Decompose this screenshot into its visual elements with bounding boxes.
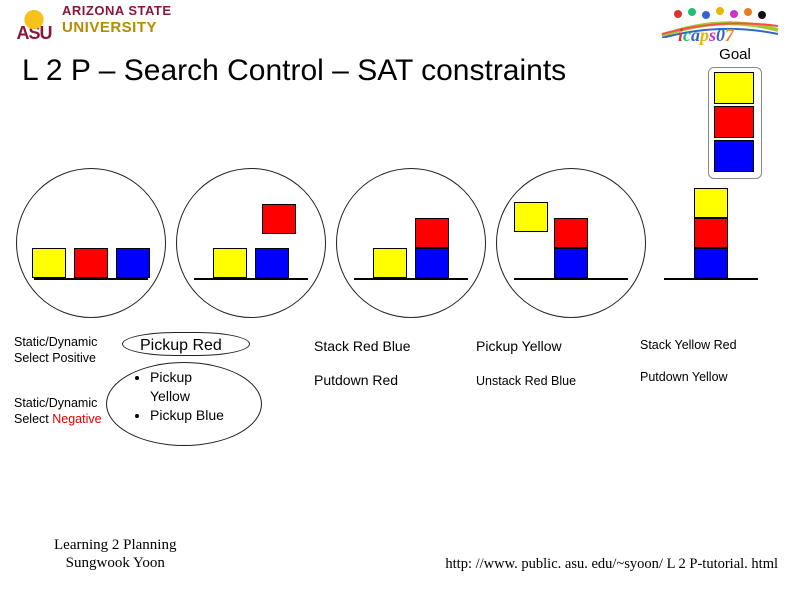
blocks-row: [336, 218, 486, 278]
state-frame: [176, 168, 326, 318]
block-red: [415, 218, 449, 248]
asu-line2: UNIVERSITY: [62, 20, 172, 35]
blocks-row: [656, 188, 766, 278]
block-red: [694, 218, 728, 248]
footer-url: http: //www. public. asu. edu/~syoon/ L …: [445, 556, 778, 573]
label-select-positive: Static/Dynamic Select Positive: [14, 335, 124, 366]
block-red: [554, 218, 588, 248]
action-negative-2: Putdown Red: [314, 372, 398, 390]
blocks-row: [176, 248, 326, 278]
asu-line1: ARIZONA STATE: [62, 4, 172, 18]
asu-wordmark: ARIZONA STATE UNIVERSITY: [62, 4, 172, 35]
state-4: [496, 168, 646, 318]
goal-stack: [708, 67, 762, 179]
goal-region: Goal: [698, 46, 772, 179]
stack-col: [415, 218, 449, 278]
ground-line: [354, 278, 468, 280]
action-positive-4: Stack Yellow Red: [640, 338, 737, 354]
block-blue: [415, 248, 449, 278]
block-red: [74, 248, 108, 278]
action-positive-2: Stack Red Blue: [314, 338, 411, 356]
ground-line: [34, 278, 148, 280]
asu-logo: ASU ARIZONA STATE UNIVERSITY: [8, 4, 172, 42]
state-sequence: [16, 168, 784, 318]
state-1: [16, 168, 166, 318]
block-yellow: [213, 248, 247, 278]
ground-line: [194, 278, 308, 280]
action-negative-4: Putdown Yellow: [640, 370, 728, 386]
conference-logo: icaps07: [660, 6, 780, 46]
block-blue: [116, 248, 150, 278]
block-blue: [255, 248, 289, 278]
stack-col: [694, 188, 728, 278]
action-negative-1: Pickup Yellow Pickup Blue: [134, 368, 224, 425]
block-yellow: [694, 188, 728, 218]
page-title: L 2 P – Search Control – SAT constraints: [22, 54, 566, 87]
block-yellow-floating: [514, 202, 548, 232]
action-positive-1: Pickup Red: [140, 336, 222, 356]
block-red-floating: [262, 204, 296, 234]
stack-col: [373, 218, 407, 278]
block-blue: [554, 248, 588, 278]
ground-line: [664, 278, 758, 280]
goal-block-yellow: [714, 72, 754, 104]
goal-block-red: [714, 106, 754, 138]
state-3: [336, 168, 486, 318]
state-2: [176, 168, 326, 318]
state-frame: [16, 168, 166, 318]
goal-label: Goal: [698, 46, 772, 63]
asu-sunburst-icon: ASU: [8, 4, 60, 42]
conference-text: icaps07: [678, 26, 734, 44]
header-bar: ASU ARIZONA STATE UNIVERSITY: [8, 4, 172, 42]
block-yellow: [373, 248, 407, 278]
action-positive-3: Pickup Yellow: [476, 338, 562, 356]
footer-author: Learning 2 Planning Sungwook Yoon: [54, 536, 176, 574]
block-yellow: [32, 248, 66, 278]
stack-col: [554, 218, 588, 278]
ground-line: [514, 278, 628, 280]
blocks-row: [16, 248, 166, 278]
block-blue: [694, 248, 728, 278]
action-negative-3: Unstack Red Blue: [476, 374, 576, 390]
state-5: [656, 168, 766, 318]
